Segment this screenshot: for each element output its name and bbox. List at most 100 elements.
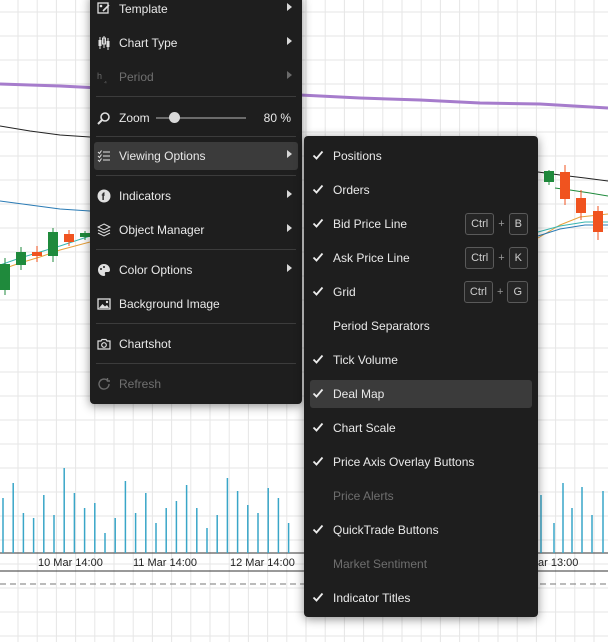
viewing-option-label: Chart Scale <box>333 421 396 435</box>
moving-average-blue-left <box>0 200 91 212</box>
viewing-option-label: Positions <box>333 149 382 163</box>
submenu-arrow-icon <box>287 190 292 198</box>
menu-item-label: Chart Type <box>119 36 178 50</box>
menu-separator <box>96 249 296 250</box>
viewing-option-label: Bid Price Line <box>333 217 408 231</box>
checkmark-icon <box>312 455 324 467</box>
menu-item-label: Color Options <box>119 263 193 277</box>
refresh-icon <box>97 377 111 391</box>
viewing-option-orders[interactable]: Orders <box>304 175 538 205</box>
checkmark-icon <box>312 183 324 195</box>
moving-average-teal-left <box>0 235 91 266</box>
menu-separator <box>96 96 296 97</box>
candle-body <box>64 234 74 242</box>
menu-separator <box>96 323 296 324</box>
moving-average-orange-left <box>0 241 91 271</box>
viewing-option-label: Period Separators <box>333 319 430 333</box>
keyboard-shortcut: Ctrl + B <box>465 213 528 235</box>
zoom-icon <box>97 111 111 125</box>
submenu-arrow-icon <box>287 224 292 232</box>
menu-item-label: Period <box>119 70 154 84</box>
camera-icon <box>97 337 111 351</box>
menu-item-refresh[interactable]: Refresh <box>90 369 302 399</box>
shortcut-key: Ctrl <box>463 281 493 303</box>
viewing-option-tick-volume[interactable]: Tick Volume <box>304 345 538 375</box>
checkmark-icon <box>312 353 324 365</box>
shortcut-key: K <box>508 247 528 269</box>
submenu-arrow-icon <box>287 37 292 45</box>
time-label-1: 10 Mar 14:00 <box>38 557 103 569</box>
menu-item-object-manager[interactable]: Object Manager <box>90 215 302 245</box>
viewing-option-indicator-titles[interactable]: Indicator Titles <box>304 583 538 613</box>
viewing-option-label: Deal Map <box>333 387 385 401</box>
viewing-option-price-axis-overlay-buttons[interactable]: Price Axis Overlay Buttons <box>304 447 538 477</box>
checkmark-icon <box>312 387 324 399</box>
viewing-option-market-sentiment[interactable]: Market Sentiment <box>304 549 538 579</box>
image-icon <box>97 297 111 311</box>
viewing-option-deal-map[interactable]: Deal Map <box>304 379 538 409</box>
menu-item-template[interactable]: Template <box>90 0 302 24</box>
menu-item-chartshot[interactable]: Chartshot <box>90 329 302 359</box>
viewing-option-chart-scale[interactable]: Chart Scale <box>304 413 538 443</box>
time-label-2: 11 Mar 14:00 <box>133 557 198 569</box>
candle-body <box>0 264 10 290</box>
submenu-arrow-icon <box>287 150 292 158</box>
viewing-option-label: Price Axis Overlay Buttons <box>333 455 475 469</box>
checkmark-icon <box>312 251 324 263</box>
viewing-option-ask-price-line[interactable]: Ask Price Line Ctrl + K <box>304 243 538 273</box>
layers-icon <box>97 223 111 237</box>
viewing-option-price-alerts[interactable]: Price Alerts <box>304 481 538 511</box>
menu-item-label: Zoom <box>119 111 150 125</box>
shortcut-plus: + <box>498 252 505 264</box>
menu-item-zoom: Zoom 80 % <box>90 103 302 133</box>
viewing-option-bid-price-line[interactable]: Bid Price Line Ctrl + B <box>304 209 538 239</box>
viewing-options-submenu: Positions Orders Bid Price Line Ctrl + B Ask P… <box>304 136 538 617</box>
indicators-icon: f <box>97 189 111 203</box>
viewing-option-grid[interactable]: Grid Ctrl + G <box>304 277 538 307</box>
shortcut-key: Ctrl <box>465 213 495 235</box>
menu-item-label: Refresh <box>119 377 162 391</box>
shortcut-plus: + <box>497 286 504 298</box>
submenu-arrow-icon <box>287 264 292 272</box>
keyboard-shortcut: Ctrl + G <box>463 281 528 303</box>
viewing-option-positions[interactable]: Positions <box>304 141 538 171</box>
viewing-option-label: Grid <box>333 285 356 299</box>
viewing-option-period-separators[interactable]: Period Separators <box>304 311 538 341</box>
submenu-arrow-icon <box>287 3 292 11</box>
menu-separator <box>96 136 296 137</box>
checkmark-icon <box>312 421 324 433</box>
checkmark-icon <box>312 217 324 229</box>
menu-item-period[interactable]: h₄ Period <box>90 62 302 92</box>
palette-icon <box>97 263 111 277</box>
menu-item-color-options[interactable]: Color Options <box>90 255 302 285</box>
shortcut-key: Ctrl <box>465 247 495 269</box>
checkmark-icon <box>312 285 324 297</box>
shortcut-key: G <box>507 281 528 303</box>
chart-context-menu: Template Chart Type h₄ Period Zoom 80 % … <box>90 0 302 404</box>
svg-text:h: h <box>97 71 102 81</box>
menu-separator <box>96 363 296 364</box>
menu-item-label: Chartshot <box>119 337 172 351</box>
candle-body <box>48 232 58 256</box>
candle-body <box>32 252 42 256</box>
checkmark-icon <box>312 523 324 535</box>
menu-item-label: Object Manager <box>119 223 205 237</box>
candle-body <box>80 233 90 237</box>
candle-body <box>576 198 586 213</box>
candlestick-icon <box>97 36 111 50</box>
svg-text:₄: ₄ <box>104 78 107 84</box>
time-label-3: 12 Mar 14:00 <box>230 557 295 569</box>
menu-item-label: Indicators <box>119 189 172 203</box>
menu-item-viewing-options[interactable]: Viewing Options <box>90 141 302 171</box>
submenu-arrow-icon <box>287 71 292 79</box>
list-check-icon <box>97 149 111 163</box>
viewing-option-quicktrade-buttons[interactable]: QuickTrade Buttons <box>304 515 538 545</box>
candle-body <box>16 252 26 265</box>
menu-item-chart-type[interactable]: Chart Type <box>90 28 302 58</box>
menu-item-indicators[interactable]: f Indicators <box>90 181 302 211</box>
menu-item-label: Template <box>119 2 168 16</box>
zoom-slider-handle[interactable] <box>169 112 180 123</box>
zoom-value: 80 % <box>263 111 291 125</box>
viewing-option-label: Indicator Titles <box>333 591 411 605</box>
menu-item-background-image[interactable]: Background Image <box>90 289 302 319</box>
